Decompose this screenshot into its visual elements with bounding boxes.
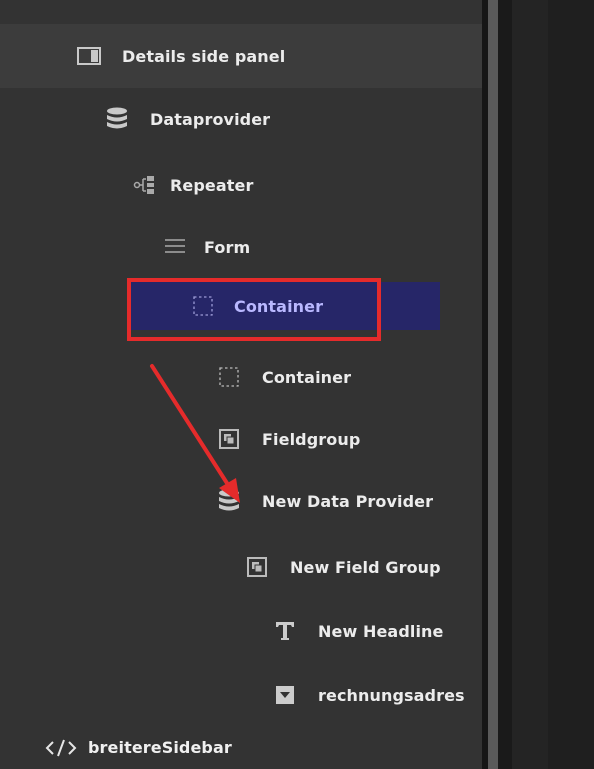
code-tag-icon <box>44 735 78 761</box>
repeater-icon <box>132 172 158 198</box>
tree-item-label: Fieldgroup <box>262 429 361 449</box>
tree-item-label: Details side panel <box>122 46 286 66</box>
tree-item-repeater[interactable]: Repeater <box>0 154 482 216</box>
tree-item-form[interactable]: Form <box>0 216 482 278</box>
database-icon <box>104 106 130 132</box>
tree-item-details-side-panel[interactable]: Details side panel <box>0 24 482 88</box>
text-t-icon <box>272 618 298 644</box>
dropdown-icon <box>272 682 298 708</box>
tree-item-label: Repeater <box>170 175 254 195</box>
right-pane-column <box>512 0 548 769</box>
tree-item-label: rechnungsadres <box>318 685 465 705</box>
fieldgroup-icon <box>244 554 270 580</box>
tree-item-new-data-provider[interactable]: New Data Provider <box>0 470 482 532</box>
selection-highlight-frame <box>127 278 381 341</box>
database-icon <box>216 488 242 514</box>
tree-item-dataprovider[interactable]: Dataprovider <box>0 88 482 150</box>
fieldgroup-icon <box>216 426 242 452</box>
panel-splitter[interactable] <box>488 0 498 769</box>
tree-item-container[interactable]: Container <box>0 346 482 408</box>
splitter-gap <box>498 0 512 769</box>
tree-item-label: New Data Provider <box>262 491 434 511</box>
tree-item-label: Container <box>262 367 352 387</box>
tree-item-new-field-group[interactable]: New Field Group <box>0 536 482 598</box>
tree-item-breitere-sidebar[interactable]: breitereSidebar <box>0 726 482 769</box>
tree-item-rechnungsadres[interactable]: rechnungsadres <box>0 664 482 726</box>
tree-item-label: Dataprovider <box>150 109 271 129</box>
layer-tree-panel: Details side panel Dataprovider Repeater… <box>0 0 482 769</box>
tree-item-label: Form <box>204 237 251 257</box>
tree-item-fieldgroup[interactable]: Fieldgroup <box>0 408 482 470</box>
form-lines-icon <box>162 234 188 260</box>
dashed-container-icon <box>216 364 242 390</box>
tree-item-label: breitereSidebar <box>88 738 232 757</box>
tree-item-label: New Headline <box>318 621 444 641</box>
tree-item-label: New Field Group <box>290 557 441 577</box>
side-panel-icon <box>76 43 102 69</box>
tree-item-new-headline[interactable]: New Headline <box>0 600 482 662</box>
right-pane-edge <box>548 0 594 769</box>
